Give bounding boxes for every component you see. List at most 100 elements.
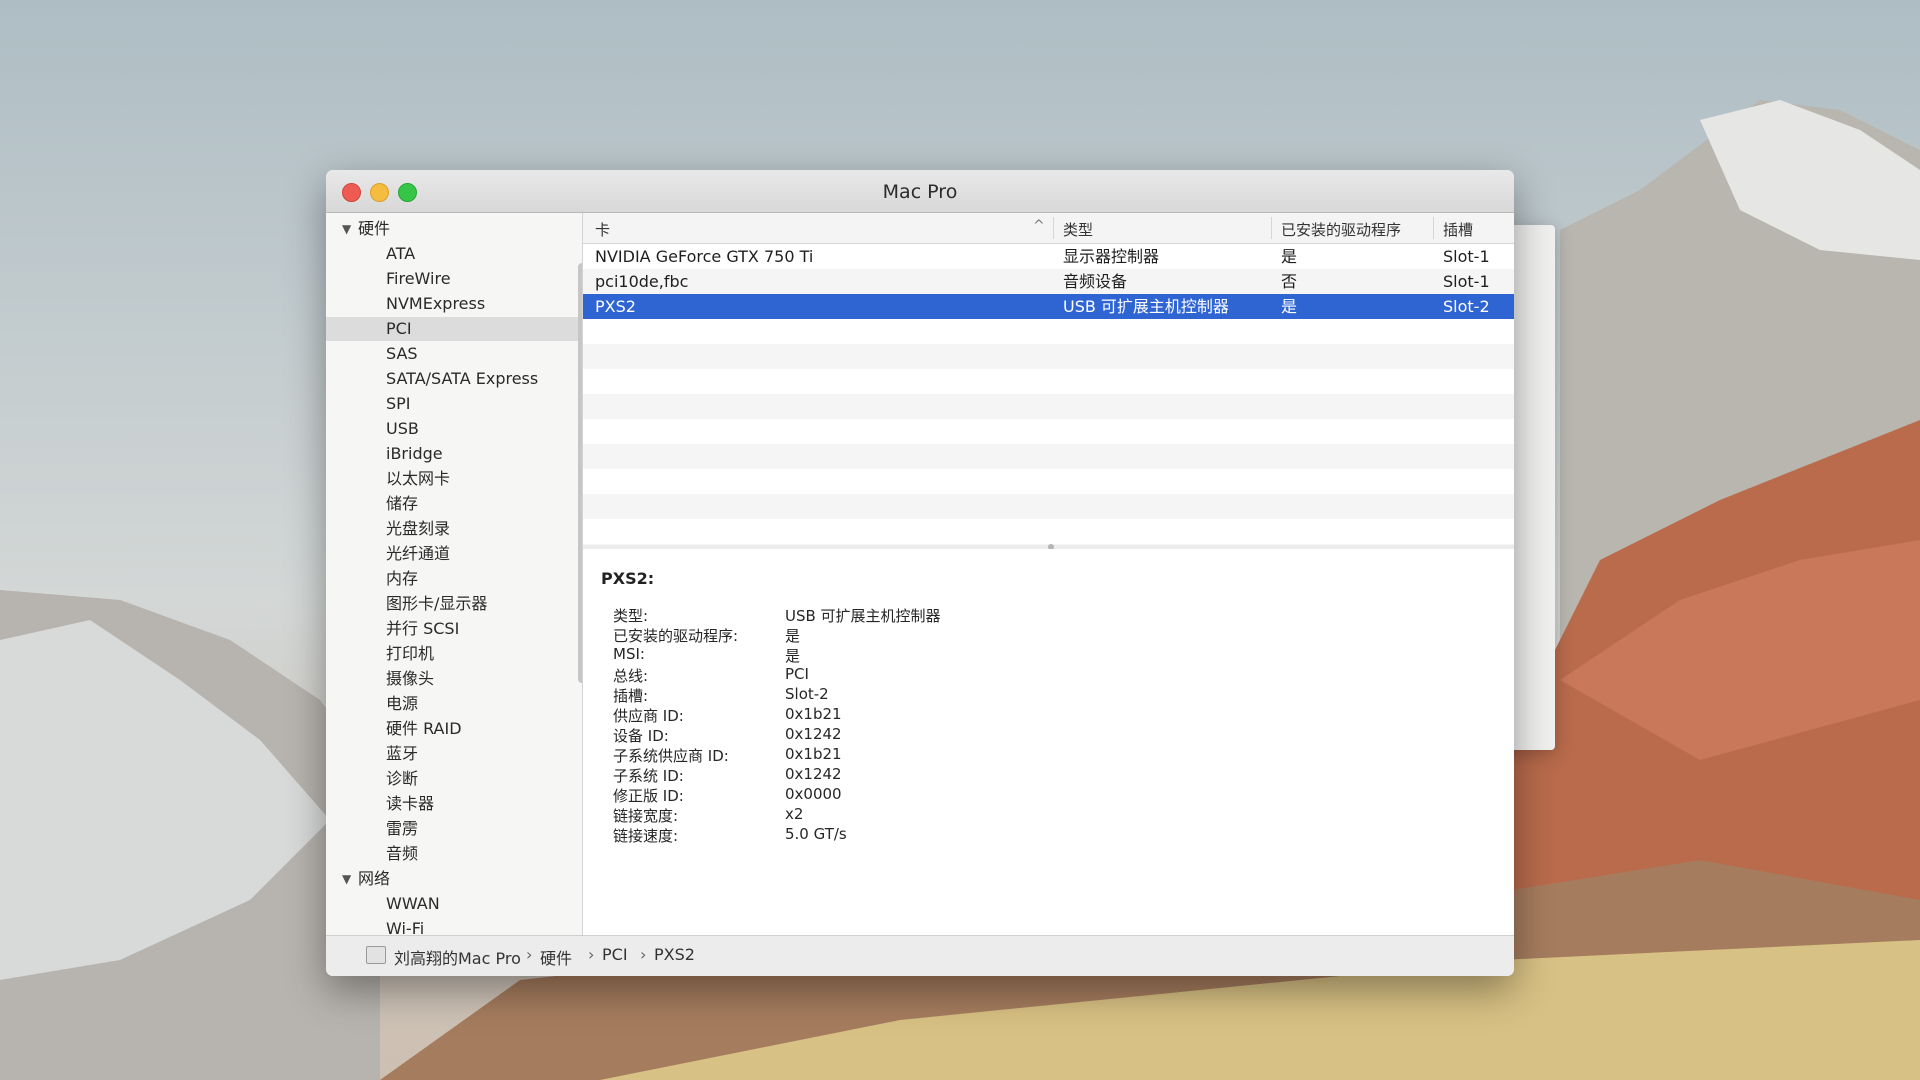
sidebar-item-graphics[interactable]: 图形卡/显示器: [326, 592, 578, 616]
sidebar-item-power[interactable]: 电源: [326, 692, 578, 716]
sidebar-item-usb[interactable]: USB: [326, 417, 578, 441]
property-key: 链接宽度:: [613, 807, 679, 825]
cell-slot: Slot-2: [1443, 297, 1490, 316]
sidebar-item-label: iBridge: [386, 444, 443, 463]
property-key: 类型:: [613, 607, 649, 625]
property-value: 0x1b21: [785, 705, 842, 723]
sidebar-item-label: 蓝牙: [386, 744, 419, 763]
sidebar-item-card-reader[interactable]: 读卡器: [326, 792, 578, 816]
breadcrumb-pci[interactable]: PCI: [602, 945, 628, 964]
sidebar-item-wifi[interactable]: Wi-Fi: [326, 917, 578, 936]
table-empty-rows: [583, 319, 1514, 545]
property-value: 0x1242: [785, 765, 842, 783]
sidebar-item-label: 诊断: [386, 769, 419, 788]
sidebar-item-parallel-scsi[interactable]: 并行 SCSI: [326, 617, 578, 641]
column-divider[interactable]: [1053, 217, 1054, 239]
sidebar-item-label: 雷雳: [386, 819, 419, 838]
sidebar-item-label: 光纤通道: [386, 544, 451, 563]
disclosure-triangle-icon[interactable]: ▼: [342, 867, 351, 891]
breadcrumb-separator: ›: [588, 945, 595, 964]
property-value: PCI: [785, 665, 809, 683]
column-divider[interactable]: [1433, 217, 1434, 239]
sidebar-item-sata[interactable]: SATA/SATA Express: [326, 367, 578, 391]
property-key: 总线:: [613, 667, 649, 685]
sidebar-item-label: 光盘刻录: [386, 519, 451, 538]
sidebar-item-label: ATA: [386, 244, 416, 263]
sidebar-item-pci[interactable]: PCI: [326, 317, 578, 341]
column-header-card[interactable]: 卡: [595, 219, 610, 240]
column-header-type[interactable]: 类型: [1063, 219, 1093, 240]
table-row-selected[interactable]: PXS2 USB 可扩展主机控制器 是 Slot-2: [583, 294, 1514, 319]
column-divider[interactable]: [1271, 217, 1272, 239]
property-key: 设备 ID:: [613, 727, 669, 745]
sidebar-item-sas[interactable]: SAS: [326, 342, 578, 366]
sidebar-item-ethernet[interactable]: 以太网卡: [326, 467, 578, 491]
sidebar-item-printers[interactable]: 打印机: [326, 642, 578, 666]
sidebar-item-label: SATA/SATA Express: [386, 369, 539, 388]
sidebar-item-spi[interactable]: SPI: [326, 392, 578, 416]
property-value: 5.0 GT/s: [785, 825, 847, 843]
property-key: 供应商 ID:: [613, 707, 684, 725]
detail-property: 修正版 ID: 0x0000: [613, 785, 1413, 805]
system-information-window: Mac Pro ▼ 硬件 ATA FireWire NVMExpress PCI…: [326, 170, 1514, 976]
sidebar-item-label: 以太网卡: [386, 469, 451, 488]
sidebar-item-label: NVMExpress: [386, 294, 486, 313]
cell-card: PXS2: [595, 297, 636, 316]
property-value: Slot-2: [785, 685, 829, 703]
detail-property: 插槽: Slot-2: [613, 685, 1413, 705]
sidebar-item-label: 硬件 RAID: [386, 719, 462, 738]
sidebar-item-firewire[interactable]: FireWire: [326, 267, 578, 291]
sidebar-item-wwan[interactable]: WWAN: [326, 892, 578, 916]
disclosure-triangle-icon[interactable]: ▼: [342, 217, 351, 241]
sidebar-item-hardware-raid[interactable]: 硬件 RAID: [326, 717, 578, 741]
property-key: 修正版 ID:: [613, 787, 684, 805]
property-key: MSI:: [613, 645, 645, 663]
property-key: 插槽:: [613, 687, 649, 705]
sidebar-item-bluetooth[interactable]: 蓝牙: [326, 742, 578, 766]
detail-pane: PXS2: 类型: USB 可扩展主机控制器 已安装的驱动程序: 是 MSI: 是 总…: [583, 549, 1514, 936]
cell-card: NVIDIA GeForce GTX 750 Ti: [595, 247, 814, 266]
sidebar-item-ata[interactable]: ATA: [326, 242, 578, 266]
column-header-driver[interactable]: 已安装的驱动程序: [1281, 219, 1401, 240]
sidebar-item-label: Wi-Fi: [386, 919, 425, 936]
property-value: 是: [785, 627, 801, 645]
sidebar-item-memory[interactable]: 内存: [326, 567, 578, 591]
sidebar-item-label: 摄像头: [386, 669, 435, 688]
sidebar-item-fibre-channel[interactable]: 光纤通道: [326, 542, 578, 566]
sidebar-item-thunderbolt[interactable]: 雷雳: [326, 817, 578, 841]
column-header-slot[interactable]: 插槽: [1443, 219, 1473, 240]
table-row[interactable]: pci10de,fbc 音频设备 否 Slot-1: [583, 269, 1514, 294]
property-value: 0x1b21: [785, 745, 842, 763]
detail-property: 子系统供应商 ID: 0x1b21: [613, 745, 1413, 765]
sidebar-item-diagnostics[interactable]: 诊断: [326, 767, 578, 791]
title-bar[interactable]: Mac Pro: [326, 170, 1514, 213]
sidebar-item-disc-burning[interactable]: 光盘刻录: [326, 517, 578, 541]
sidebar-item-label: 储存: [386, 494, 419, 513]
property-key: 已安装的驱动程序:: [613, 627, 739, 645]
sidebar-group-network[interactable]: ▼ 网络: [326, 867, 578, 891]
sidebar-item-ibridge[interactable]: iBridge: [326, 442, 578, 466]
table-header: 卡 ^ 类型 已安装的驱动程序 插槽: [583, 213, 1514, 244]
sidebar-group-label: 硬件: [358, 219, 391, 238]
sidebar-item-nvmexpress[interactable]: NVMExpress: [326, 292, 578, 316]
breadcrumb-hardware[interactable]: 硬件: [540, 945, 572, 969]
detail-property: 类型: USB 可扩展主机控制器: [613, 605, 1413, 625]
cell-slot: Slot-1: [1443, 247, 1490, 266]
main-content: 卡 ^ 类型 已安装的驱动程序 插槽 NVIDIA GeForce GTX 75…: [583, 213, 1514, 936]
detail-property: 链接速度: 5.0 GT/s: [613, 825, 1413, 845]
sidebar-item-label: WWAN: [386, 894, 440, 913]
table-row[interactable]: NVIDIA GeForce GTX 750 Ti 显示器控制器 是 Slot-…: [583, 244, 1514, 269]
detail-title: PXS2:: [601, 569, 655, 588]
sidebar-group-hardware[interactable]: ▼ 硬件: [326, 217, 578, 241]
sidebar-item-audio[interactable]: 音频: [326, 842, 578, 866]
breadcrumb-pxs2[interactable]: PXS2: [654, 945, 695, 964]
computer-icon: [366, 946, 386, 964]
breadcrumb-separator: ›: [640, 945, 647, 964]
sidebar-item-label: 并行 SCSI: [386, 619, 460, 638]
cell-driver: 否: [1281, 272, 1298, 291]
sidebar-item-storage[interactable]: 储存: [326, 492, 578, 516]
sidebar-item-camera[interactable]: 摄像头: [326, 667, 578, 691]
detail-property: MSI: 是: [613, 645, 1413, 665]
sort-ascending-icon[interactable]: ^: [1033, 218, 1045, 234]
breadcrumb-computer[interactable]: 刘高翔的Mac Pro: [394, 945, 521, 969]
